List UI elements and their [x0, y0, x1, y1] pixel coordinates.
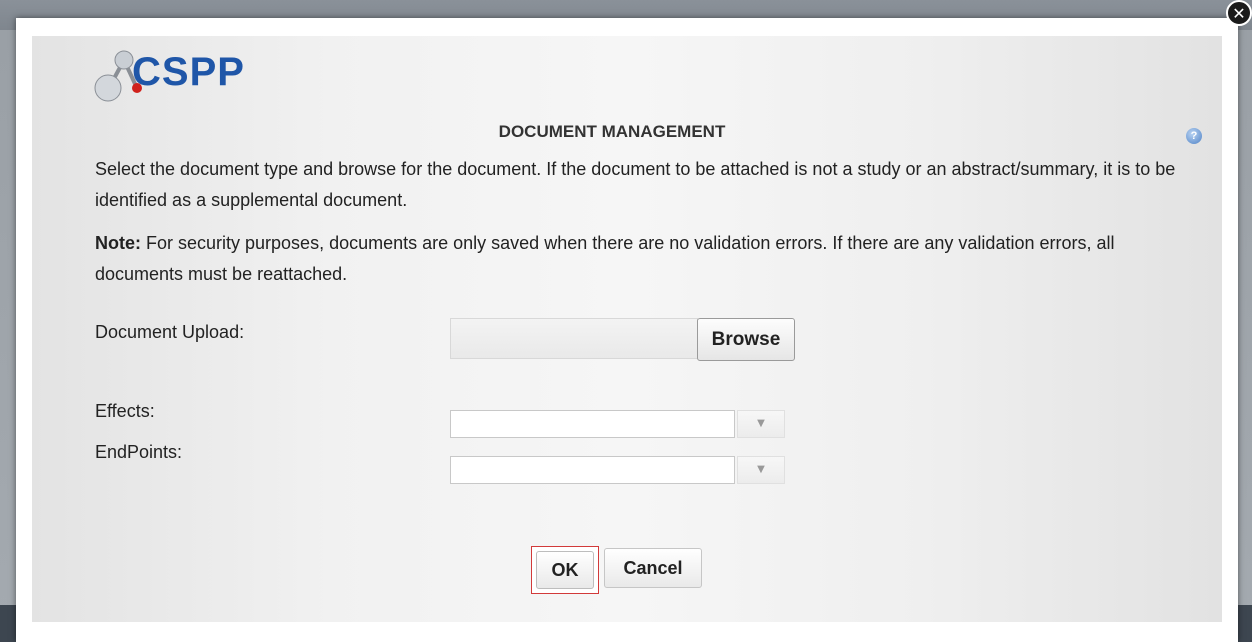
effects-select[interactable]	[450, 410, 735, 438]
effects-dropdown-chevron-down-icon[interactable]: ▼	[737, 410, 785, 438]
dialog-title: DOCUMENT MANAGEMENT	[498, 122, 726, 141]
security-note: Note: For security purposes, documents a…	[95, 228, 1185, 290]
document-upload-label: Document Upload:	[95, 322, 245, 342]
help-icon[interactable]: ?	[1186, 128, 1202, 144]
endpoints-label: EndPoints:	[95, 442, 183, 462]
document-upload-input[interactable]	[450, 318, 698, 359]
note-label: Note:	[95, 233, 141, 253]
note-text: For security purposes, documents are onl…	[95, 233, 1115, 284]
ok-button-focus-ring: OK	[531, 546, 599, 594]
browse-button[interactable]: Browse	[697, 318, 795, 361]
cancel-button[interactable]: Cancel	[604, 548, 702, 588]
effects-label: Effects:	[95, 401, 155, 421]
endpoints-select[interactable]	[450, 456, 735, 484]
close-icon[interactable]: ✕	[1226, 0, 1252, 26]
endpoints-dropdown-chevron-down-icon[interactable]: ▼	[737, 456, 785, 484]
instructions-text: Select the document type and browse for …	[95, 159, 1176, 210]
document-management-dialog: CSPP DOCUMENT MANAGEMENT ? Select the do…	[32, 36, 1222, 622]
ok-button[interactable]: OK	[536, 551, 594, 589]
app-logo-text: CSPP	[132, 50, 245, 94]
